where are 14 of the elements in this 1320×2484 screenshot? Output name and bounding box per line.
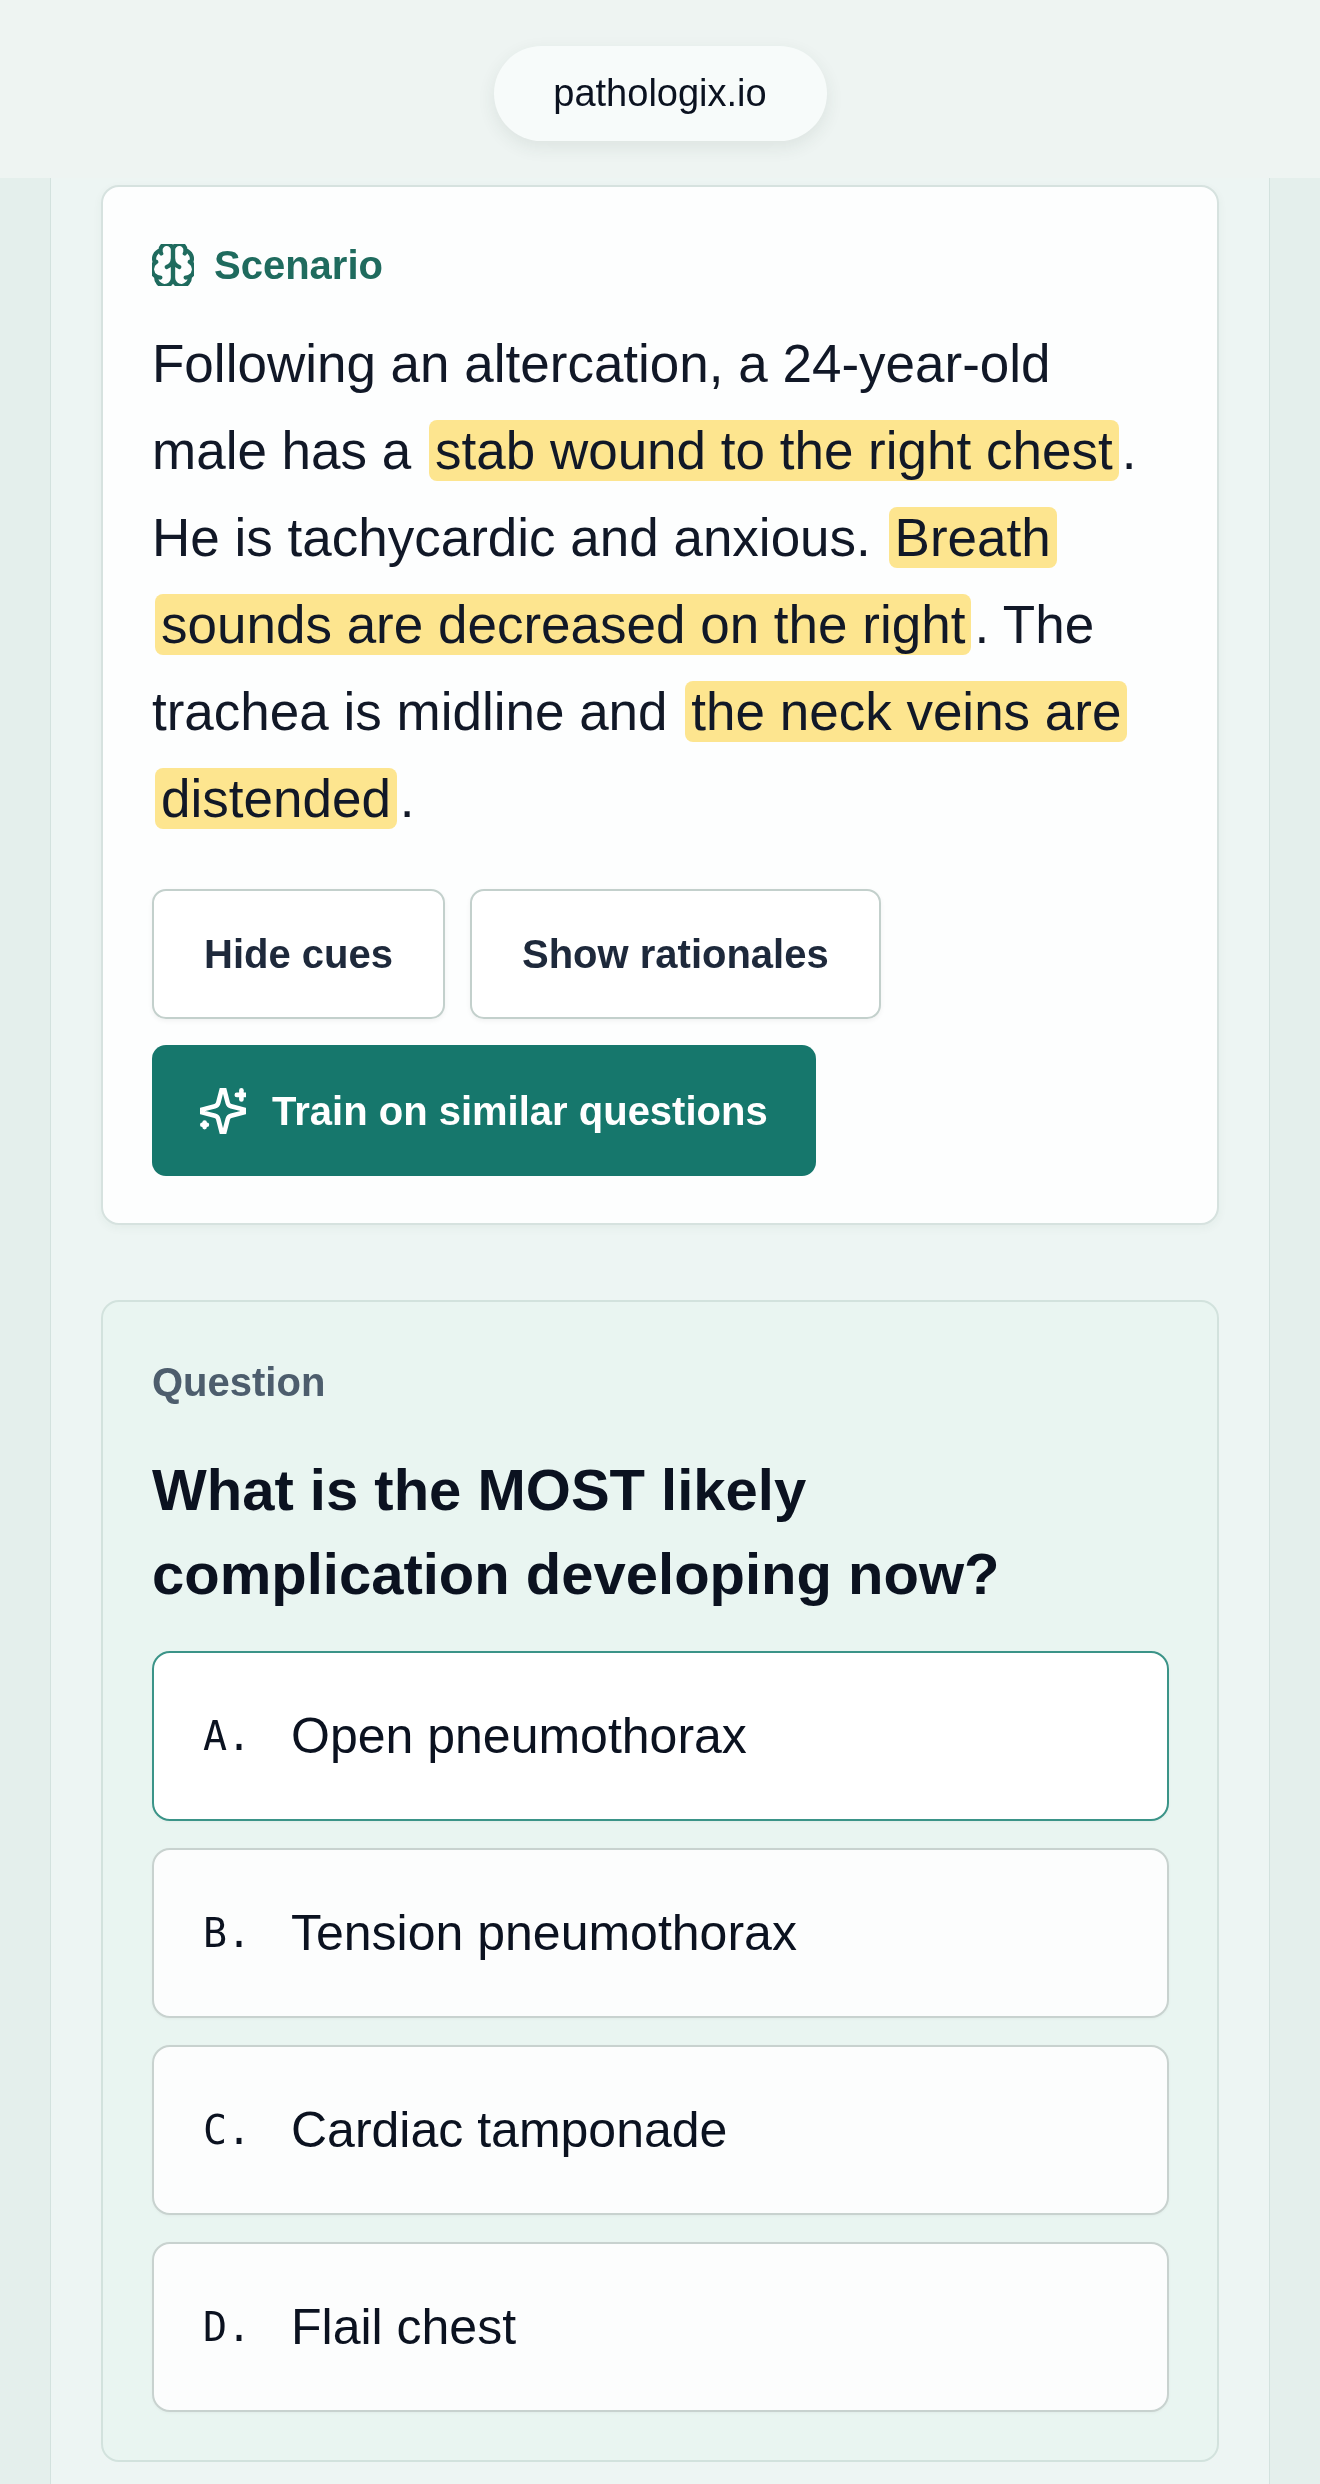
question-label: Question <box>152 1359 327 1406</box>
scenario-text: Following an altercation, a 24-year-old male has a stab wound to the right chest . He is tachycardic and anxious. Breath sounds are decreased on the right . The trachea is midline and the neck veins are distended . <box>152 333 1138 831</box>
address-bar[interactable]: pathologix.io <box>493 46 827 141</box>
answer-option[interactable]: B. Tension pneumothorax <box>152 1848 1169 2018</box>
hide-cues-button[interactable]: Hide cues <box>152 889 445 1019</box>
show-rationales-button[interactable]: Show rationales <box>469 889 881 1019</box>
brain-icon <box>152 244 194 286</box>
answer-option[interactable]: D. Flail chest <box>152 2242 1169 2412</box>
train-button[interactable]: Train on similar questions <box>152 1045 816 1176</box>
sparkle-icon <box>200 1087 246 1134</box>
answer-option[interactable]: A. Open pneumothorax <box>152 1651 1169 1821</box>
question-text: What is the MOST likely complication developing now? <box>152 1456 1001 1608</box>
answer-option[interactable]: C. Cardiac tamponade <box>152 2045 1169 2215</box>
section-title: Scenario <box>214 242 383 289</box>
